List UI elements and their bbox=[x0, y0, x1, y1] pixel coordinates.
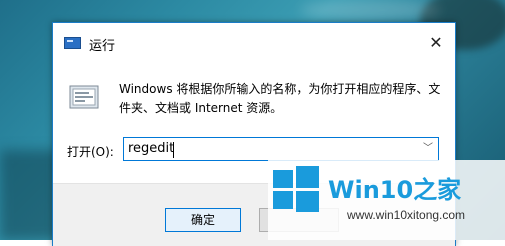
watermark-title-latin: Win10 bbox=[328, 176, 414, 204]
dialog-title: 运行 bbox=[89, 39, 116, 54]
desktop-wallpaper-shape bbox=[300, 0, 440, 20]
chevron-down-icon[interactable]: ﹀ bbox=[418, 138, 438, 160]
run-app-icon bbox=[64, 37, 81, 49]
run-program-icon bbox=[69, 83, 99, 111]
watermark-url: www.win10xitong.com bbox=[347, 208, 466, 222]
title-bar: 运行 ✕ bbox=[53, 23, 455, 63]
site-watermark: Win10之家 www.win10xitong.com bbox=[268, 160, 505, 240]
windows-logo-icon bbox=[273, 166, 319, 212]
open-command-value: regedit bbox=[128, 141, 175, 156]
close-icon: ✕ bbox=[429, 33, 443, 52]
dialog-description: Windows 将根据你所输入的名称，为你打开相应的程序、文件夹、文档或 Int… bbox=[119, 82, 441, 115]
ok-button[interactable]: 确定 bbox=[165, 208, 241, 232]
desktop-wallpaper-shape bbox=[0, 150, 60, 240]
watermark-title-cjk: 之家 bbox=[413, 176, 462, 204]
close-button[interactable]: ✕ bbox=[425, 33, 447, 53]
text-caret bbox=[173, 142, 174, 158]
open-command-input[interactable]: regedit ﹀ bbox=[123, 137, 439, 161]
open-label: 打开(O): bbox=[67, 145, 114, 159]
watermark-title: Win10之家 bbox=[328, 170, 461, 205]
